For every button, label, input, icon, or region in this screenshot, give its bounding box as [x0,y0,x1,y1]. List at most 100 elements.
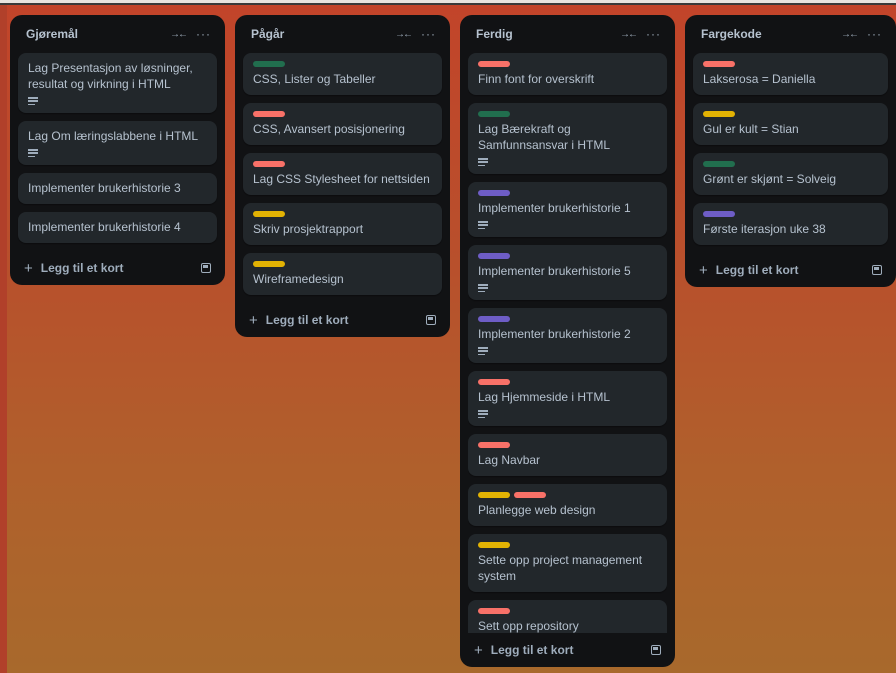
card-labels [253,161,432,167]
list-title[interactable]: Gjøremål [26,27,78,41]
label-red[interactable] [703,61,735,67]
list-header: Pågår →← ··· [243,15,442,53]
more-icon[interactable]: ··· [196,27,211,41]
collapse-icon[interactable]: →← [620,29,638,40]
label-yellow[interactable] [253,211,285,217]
label-purple[interactable] [478,253,510,259]
card-title: Første iterasjon uke 38 [703,222,826,236]
card-title: Lag Navbar [478,453,541,467]
label-red[interactable] [514,492,546,498]
label-red[interactable] [478,608,510,614]
list-1: Gjøremål →← ··· Lag Presentasjon av løsning… [10,15,225,285]
card-title: Implementer brukerhistorie 2 [478,327,631,341]
card-template-icon[interactable] [651,645,661,655]
list-3: Ferdig →← ··· Finn font for overskrift Lag B… [460,15,675,667]
card-title: Finn font for overskrift [478,72,595,86]
label-red[interactable] [253,111,285,117]
add-card-row: + Legg til et kort [243,303,442,337]
card-template-icon[interactable] [872,265,882,275]
card[interactable]: Første iterasjon uke 38 [693,203,888,245]
add-card-button[interactable]: + Legg til et kort [699,262,798,279]
card-title: Lag Bærekraft og Samfunnsansvar i HTML [478,122,611,152]
card-labels [478,61,657,67]
plus-icon: + [474,641,483,659]
add-card-button[interactable]: + Legg til et kort [474,642,573,659]
plus-icon: + [249,311,258,329]
card-labels [478,442,657,448]
add-card-row: + Legg til et kort [18,251,217,285]
plus-icon: + [699,261,708,279]
card[interactable]: Lag Presentasjon av løsninger, resultat … [18,53,217,113]
label-red[interactable] [478,379,510,385]
card-title: Implementer brukerhistorie 4 [28,220,181,234]
card-title: Gul er kult = Stian [703,122,799,136]
list-actions: →← ··· [395,27,436,41]
card[interactable]: Sett opp repository [468,600,667,633]
list-title[interactable]: Ferdig [476,27,513,41]
card-labels [478,316,657,322]
label-green[interactable] [478,111,510,117]
more-icon[interactable]: ··· [867,27,882,41]
label-red[interactable] [478,61,510,67]
collapse-icon[interactable]: →← [841,29,859,40]
card[interactable]: Finn font for overskrift [468,53,667,95]
card[interactable]: Implementer brukerhistorie 2 [468,308,667,363]
card[interactable]: CSS, Avansert posisjonering [243,103,442,145]
label-yellow[interactable] [478,542,510,548]
card[interactable]: CSS, Lister og Tabeller [243,53,442,95]
label-green[interactable] [703,161,735,167]
card[interactable]: Planlegge web design [468,484,667,526]
card-title: Lag Presentasjon av løsninger, resultat … [28,61,193,91]
card-labels [478,492,657,498]
more-icon[interactable]: ··· [421,27,436,41]
card[interactable]: Wireframedesign [243,253,442,295]
label-red[interactable] [253,161,285,167]
card[interactable]: Lakserosa = Daniella [693,53,888,95]
label-purple[interactable] [478,316,510,322]
card[interactable]: Implementer brukerhistorie 4 [18,212,217,243]
card[interactable]: Lag Om læringslabbene i HTML [18,121,217,165]
card[interactable]: Implementer brukerhistorie 1 [468,182,667,237]
description-icon [28,97,38,105]
card[interactable]: Grønt er skjønt = Solveig [693,153,888,195]
description-icon [478,221,488,229]
card-labels [478,379,657,385]
card-labels [703,61,878,67]
card-labels [478,190,657,196]
card[interactable]: Implementer brukerhistorie 5 [468,245,667,300]
card-template-icon[interactable] [426,315,436,325]
card[interactable]: Sette opp project management system [468,534,667,592]
card-title: Sette opp project management system [478,553,643,583]
label-yellow[interactable] [703,111,735,117]
card-labels [253,61,432,67]
card-labels [478,542,657,548]
list-title[interactable]: Pågår [251,27,284,41]
card-title: Lag CSS Stylesheet for nettsiden [253,172,430,186]
card[interactable]: Lag Hjemmeside i HTML [468,371,667,426]
plus-icon: + [24,259,33,277]
card[interactable]: Implementer brukerhistorie 3 [18,173,217,204]
card-title: CSS, Avansert posisjonering [253,122,405,136]
collapse-icon[interactable]: →← [395,29,413,40]
card[interactable]: Lag CSS Stylesheet for nettsiden [243,153,442,195]
label-yellow[interactable] [253,261,285,267]
card[interactable]: Skriv prosjektrapport [243,203,442,245]
card-title: Lakserosa = Daniella [703,72,816,86]
collapse-icon[interactable]: →← [170,29,188,40]
add-card-button[interactable]: + Legg til et kort [24,260,123,277]
card-labels [253,261,432,267]
card-title: Sett opp repository [478,619,579,633]
top-bar [0,0,896,5]
card-template-icon[interactable] [201,263,211,273]
label-green[interactable] [253,61,285,67]
list-title[interactable]: Fargekode [701,27,762,41]
card[interactable]: Gul er kult = Stian [693,103,888,145]
label-red[interactable] [478,442,510,448]
label-purple[interactable] [703,211,735,217]
more-icon[interactable]: ··· [646,27,661,41]
label-purple[interactable] [478,190,510,196]
card[interactable]: Lag Navbar [468,434,667,476]
label-yellow[interactable] [478,492,510,498]
card[interactable]: Lag Bærekraft og Samfunnsansvar i HTML [468,103,667,174]
add-card-button[interactable]: + Legg til et kort [249,312,348,329]
